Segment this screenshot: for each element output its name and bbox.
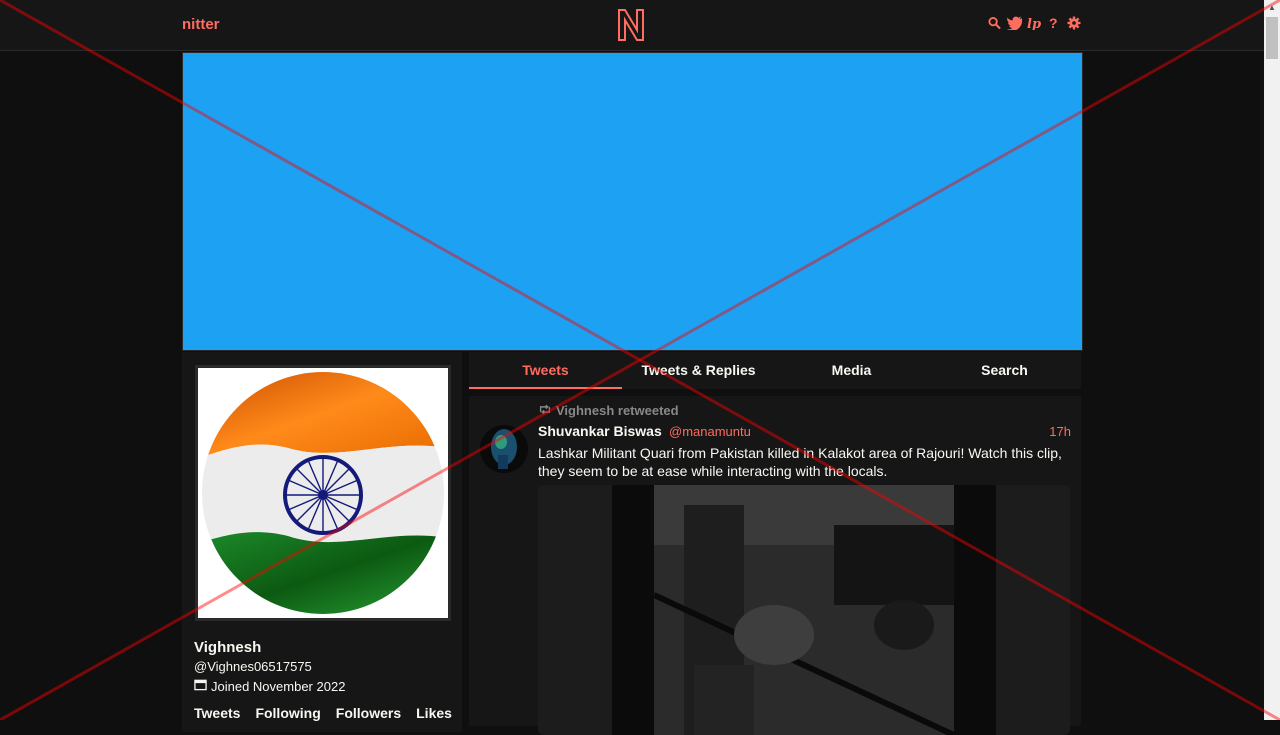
retweet-icon <box>538 403 552 418</box>
svg-text:?: ? <box>1049 16 1058 30</box>
scroll-up-arrow-icon[interactable]: ▲ <box>1264 0 1280 16</box>
tweet-content: Lashkar Militant Quari from Pakistan kil… <box>538 445 1062 479</box>
navbar: nitter lp ? <box>0 0 1264 51</box>
profile-banner[interactable] <box>182 52 1083 351</box>
profile-joined: Joined November 2022 <box>194 678 345 694</box>
nav-icons: lp ? <box>987 15 1081 32</box>
tab-tweets-replies[interactable]: Tweets & Replies <box>622 352 775 389</box>
tweet-date[interactable]: 17h <box>1049 424 1071 439</box>
video-player[interactable] <box>612 485 996 735</box>
search-icon[interactable] <box>987 16 1001 32</box>
bird-icon[interactable] <box>1007 16 1023 32</box>
tweet-fullname[interactable]: Shuvankar Biswas <box>538 423 662 439</box>
rss-icon[interactable]: lp <box>1027 16 1041 32</box>
nitter-logo-icon[interactable] <box>617 8 645 42</box>
timeline-tabs: Tweets Tweets & Replies Media Search <box>469 352 1081 389</box>
stat-following[interactable]: Following <box>255 705 320 721</box>
profile-username[interactable]: @Vighnes06517575 <box>194 659 312 674</box>
calendar-icon <box>194 678 207 694</box>
tweet-username[interactable]: @manamuntu <box>669 424 751 439</box>
profile-stats: Tweets Following Followers Likes <box>194 705 452 721</box>
retweet-label[interactable]: Vighnesh retweeted <box>556 403 679 418</box>
joined-date: Joined November 2022 <box>211 678 346 694</box>
gear-icon[interactable] <box>1067 16 1081 32</box>
tab-search[interactable]: Search <box>928 352 1081 389</box>
stat-tweets[interactable]: Tweets <box>194 705 240 721</box>
tweet-avatar[interactable] <box>480 425 528 473</box>
tweet-media[interactable] <box>538 485 1070 735</box>
tab-tweets[interactable]: Tweets <box>469 352 622 389</box>
profile-fullname[interactable]: Vighnesh <box>194 639 261 656</box>
stat-followers[interactable]: Followers <box>336 705 401 721</box>
help-icon[interactable]: ? <box>1047 15 1061 32</box>
tab-media[interactable]: Media <box>775 352 928 389</box>
scroll-thumb[interactable] <box>1266 17 1278 59</box>
profile-card: Vighnesh @Vighnes06517575 Joined Novembe… <box>182 352 462 732</box>
brand-link[interactable]: nitter <box>182 16 220 33</box>
stat-likes[interactable]: Likes <box>416 705 452 721</box>
avatar[interactable] <box>195 365 451 621</box>
timeline: Vighnesh retweeted Shuvankar Biswas @man… <box>469 396 1081 735</box>
retweet-header: Vighnesh retweeted <box>538 403 679 418</box>
page-scrollbar[interactable]: ▲ <box>1264 0 1280 720</box>
video-thumbnail <box>654 485 954 735</box>
svg-text:lp: lp <box>1027 17 1041 30</box>
